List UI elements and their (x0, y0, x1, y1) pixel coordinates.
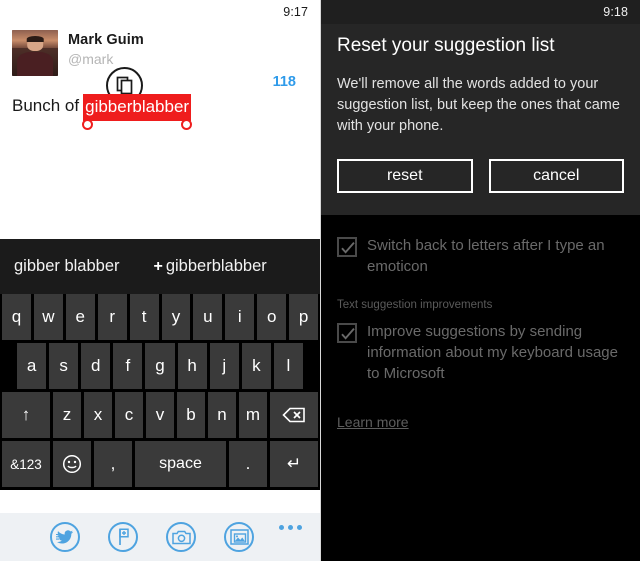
compose-area: Mark Guim @mark 118 Bunch of gibberblabb… (0, 30, 320, 130)
location-button[interactable] (108, 522, 138, 552)
dialog-title: Reset your suggestion list (337, 35, 555, 56)
keyboard-row-3: ↑ z x c v b n m (0, 392, 320, 438)
key-d[interactable]: d (81, 343, 111, 389)
cancel-button[interactable]: cancel (488, 159, 624, 193)
more-options-button[interactable] (279, 525, 302, 530)
status-bar-left: 9:17 (0, 0, 320, 24)
suggestion-item-0[interactable]: gibber blabber (14, 257, 120, 276)
key-o[interactable]: o (257, 294, 287, 340)
photos-icon (229, 529, 249, 545)
suggestion-bar: gibber blabber + gibberblabber (0, 239, 320, 294)
tweet-text-field[interactable]: Bunch of gibberblabber (12, 94, 308, 130)
key-z[interactable]: z (53, 392, 81, 438)
key-g[interactable]: g (145, 343, 175, 389)
copy-icon (116, 76, 133, 95)
key-j[interactable]: j (209, 343, 239, 389)
character-counter: 118 (272, 74, 296, 90)
ellipsis-dot (288, 525, 293, 530)
key-e[interactable]: e (65, 294, 95, 340)
compose-toolbar (0, 513, 320, 561)
tweet-button[interactable] (50, 522, 80, 552)
key-v[interactable]: v (146, 392, 174, 438)
avatar-body (17, 52, 53, 76)
ellipsis-dot (297, 525, 302, 530)
text-selection[interactable]: gibberblabber (82, 94, 193, 130)
key-w[interactable]: w (33, 294, 63, 340)
suggestion-item-1-label: gibberblabber (165, 257, 267, 275)
learn-more-link[interactable]: Learn more (337, 414, 409, 430)
add-word-plus-icon: + (153, 258, 163, 275)
avatar[interactable] (12, 30, 58, 76)
keyboard-row-4: &123 , space . ↵ (0, 441, 320, 487)
ellipsis-dot (279, 525, 284, 530)
right-phone-keyboard-settings: 9:18 Reset your suggestion list We'll re… (321, 0, 640, 561)
key-q[interactable]: q (2, 294, 31, 340)
key-a[interactable]: a (17, 343, 47, 389)
reset-suggestion-dialog: Reset your suggestion list We'll remove … (321, 24, 640, 215)
key-emoji[interactable] (53, 441, 91, 487)
key-shift[interactable]: ↑ (2, 392, 50, 438)
key-enter[interactable]: ↵ (270, 441, 318, 487)
status-time: 9:18 (603, 5, 628, 19)
key-k[interactable]: k (241, 343, 271, 389)
key-l[interactable]: l (273, 343, 303, 389)
key-p[interactable]: p (289, 294, 319, 340)
setting-switch-back-to-letters[interactable]: Switch back to letters after I type an e… (337, 235, 624, 277)
key-x[interactable]: x (84, 392, 112, 438)
camera-icon (171, 530, 191, 544)
dialog-actions: reset cancel (337, 159, 624, 193)
key-period[interactable]: . (229, 441, 267, 487)
name-block: Mark Guim @mark (68, 30, 144, 69)
status-time: 9:17 (283, 5, 308, 19)
settings-list: Switch back to letters after I type an e… (321, 215, 640, 432)
key-comma[interactable]: , (94, 441, 132, 487)
location-pin-icon (119, 528, 129, 545)
suggestion-item-1[interactable]: + gibberblabber (154, 257, 267, 276)
setting-label: Switch back to letters after I type an e… (367, 237, 605, 275)
key-i[interactable]: i (225, 294, 255, 340)
emoji-icon (62, 454, 82, 474)
key-space[interactable]: space (135, 441, 226, 487)
key-h[interactable]: h (177, 343, 207, 389)
selection-handle-left[interactable] (82, 119, 94, 130)
status-bar-right: 9:18 (321, 0, 640, 24)
checkmark-icon (341, 327, 355, 340)
left-phone-twitter-compose: 9:17 Mark Guim @mark 118 Bunch of gibber… (0, 0, 321, 561)
tweet-icon (56, 530, 73, 544)
key-b[interactable]: b (177, 392, 205, 438)
tweet-header: Mark Guim @mark 118 (12, 30, 308, 104)
camera-button[interactable] (166, 522, 196, 552)
checkbox-improve-suggestions[interactable] (337, 323, 357, 343)
dialog-body: We'll remove all the words added to your… (337, 76, 620, 134)
key-backspace[interactable] (270, 392, 318, 438)
photos-button[interactable] (224, 522, 254, 552)
selection-handle-right[interactable] (181, 119, 193, 130)
setting-improve-suggestions[interactable]: Improve suggestions by sending informati… (337, 321, 624, 384)
user-handle: @mark (68, 51, 114, 67)
selected-text: gibberblabber (83, 94, 192, 121)
key-y[interactable]: y (161, 294, 191, 340)
key-numeric-mode[interactable]: &123 (2, 441, 50, 487)
key-m[interactable]: m (239, 392, 267, 438)
key-c[interactable]: c (115, 392, 143, 438)
on-screen-keyboard: gibber blabber + gibberblabber q w e r t … (0, 239, 320, 490)
key-r[interactable]: r (97, 294, 127, 340)
key-n[interactable]: n (208, 392, 236, 438)
dual-phone-screenshot: 9:17 Mark Guim @mark 118 Bunch of gibber… (0, 0, 640, 561)
checkbox-switch-back-to-letters[interactable] (337, 237, 357, 257)
reset-button[interactable]: reset (337, 159, 473, 193)
display-name: Mark Guim (68, 32, 144, 48)
checkmark-icon (341, 241, 355, 254)
key-u[interactable]: u (193, 294, 223, 340)
keyboard-row-2: a s d f g h j k l (0, 343, 320, 389)
key-t[interactable]: t (129, 294, 159, 340)
setting-label: Improve suggestions by sending informati… (367, 323, 618, 382)
key-f[interactable]: f (113, 343, 143, 389)
key-s[interactable]: s (49, 343, 79, 389)
backspace-icon (282, 407, 305, 423)
section-header-text-suggestions: Text suggestion improvements (337, 299, 493, 311)
avatar-hair (26, 35, 44, 42)
tweet-text-prefix: Bunch of (12, 96, 80, 115)
keyboard-row-1: q w e r t y u i o p (0, 294, 320, 340)
